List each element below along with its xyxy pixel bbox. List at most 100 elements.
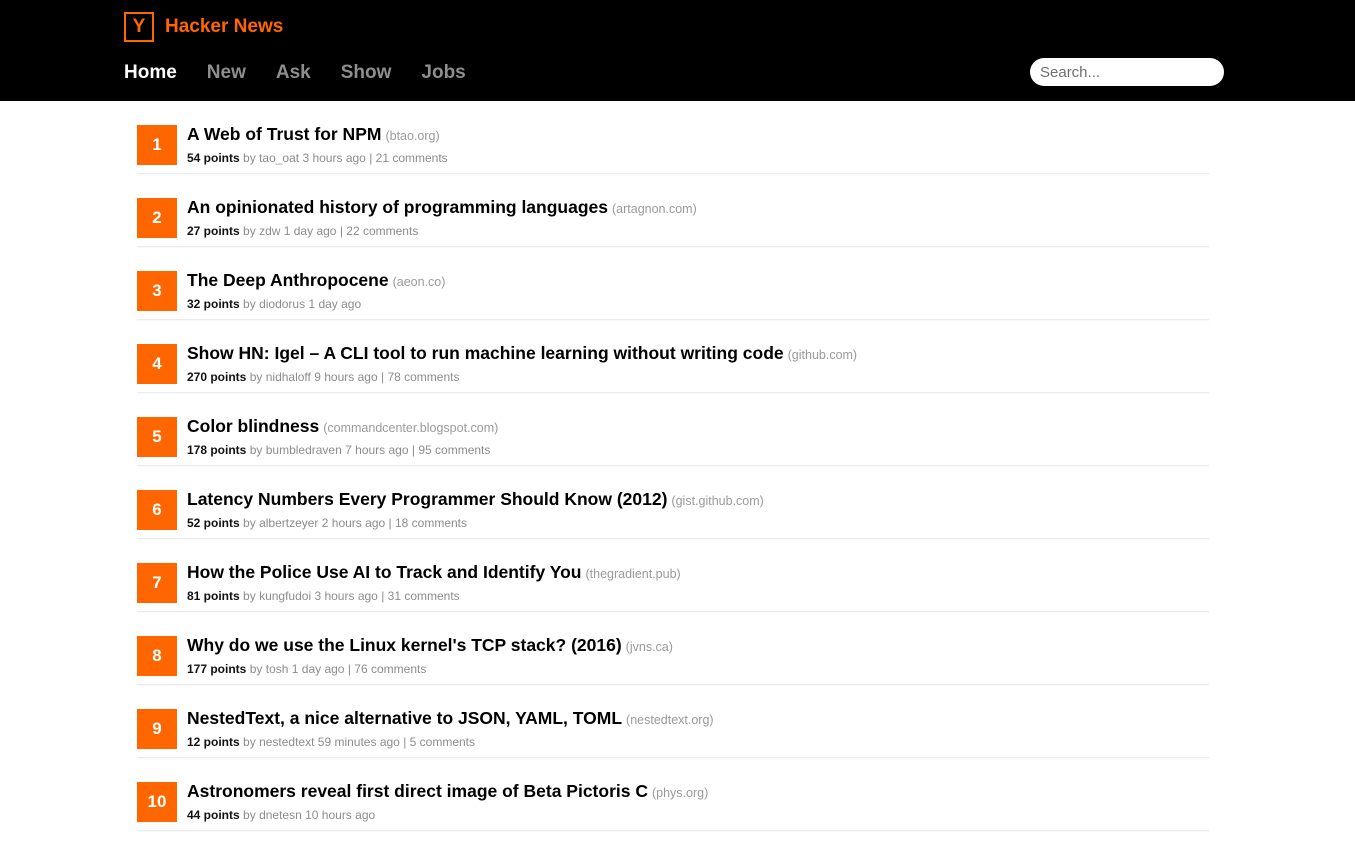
- story-age-link[interactable]: 3 hours ago: [302, 151, 365, 165]
- story-title-line: Show HN: Igel – A CLI tool to run machin…: [187, 343, 857, 364]
- story-age-link[interactable]: 3 hours ago: [314, 589, 377, 603]
- story-points: 27 points: [187, 224, 240, 238]
- meta-separator: |: [347, 662, 351, 676]
- top-navigation-bar: Y Hacker News Home New Ask Show Jobs: [0, 0, 1355, 101]
- nav-jobs[interactable]: Jobs: [421, 62, 465, 84]
- story-meta: 270 points by nidhaloff 9 hours ago | 78…: [187, 370, 459, 384]
- meta-separator: |: [339, 224, 343, 238]
- story-by-label: by: [243, 735, 256, 749]
- story-comments-link[interactable]: 22 comments: [346, 224, 418, 238]
- story-title-link[interactable]: An opinionated history of programming la…: [187, 197, 608, 217]
- story-title-line: Color blindness (commandcenter.blogspot.c…: [187, 416, 498, 437]
- story-author-link[interactable]: bumbledraven: [266, 443, 342, 457]
- story-comments-link[interactable]: 5 comments: [410, 735, 475, 749]
- story-domain[interactable]: (github.com): [788, 348, 857, 362]
- story-item: 3 The Deep Anthropocene (aeon.co) 32 points…: [137, 247, 1209, 320]
- story-title-link[interactable]: The Deep Anthropocene: [187, 270, 389, 290]
- story-title-link[interactable]: NestedText, a nice alternative to JSON, …: [187, 708, 622, 728]
- story-domain[interactable]: (btao.org): [385, 129, 439, 143]
- story-title-link[interactable]: Color blindness: [187, 416, 319, 436]
- story-rank-badge: 1: [137, 125, 177, 165]
- meta-separator: |: [411, 443, 415, 457]
- story-author-link[interactable]: kungfudoi: [259, 589, 311, 603]
- story-title-link[interactable]: A Web of Trust for NPM: [187, 124, 381, 144]
- story-item: 1 A Web of Trust for NPM (btao.org) 54 poin…: [137, 101, 1209, 174]
- story-by-label: by: [243, 808, 256, 822]
- story-item: 9 NestedText, a nice alternative to JSON,…: [137, 685, 1209, 758]
- story-domain[interactable]: (jvns.ca): [626, 640, 673, 654]
- story-age-link[interactable]: 1 day ago: [308, 297, 361, 311]
- story-rank-badge: 10: [137, 782, 177, 822]
- story-points: 270 points: [187, 370, 247, 384]
- nav-new[interactable]: New: [207, 62, 246, 84]
- story-item: 8 Why do we use the Linux kernel's TCP st…: [137, 612, 1209, 685]
- story-author-link[interactable]: nestedtext: [259, 735, 314, 749]
- story-list: 1 A Web of Trust for NPM (btao.org) 54 poin…: [137, 101, 1209, 831]
- story-meta: 178 points by bumbledraven 7 hours ago |…: [187, 443, 490, 457]
- meta-separator: |: [403, 735, 407, 749]
- y-logo-icon[interactable]: Y: [124, 12, 154, 42]
- story-meta: 32 points by diodorus 1 day ago: [187, 297, 361, 311]
- story-domain[interactable]: (artagnon.com): [612, 202, 697, 216]
- story-points: 32 points: [187, 297, 240, 311]
- search-input[interactable]: [1030, 58, 1224, 86]
- story-age-link[interactable]: 59 minutes ago: [318, 735, 400, 749]
- story-age-link[interactable]: 1 day ago: [292, 662, 345, 676]
- story-author-link[interactable]: albertzeyer: [259, 516, 318, 530]
- story-item: 2 An opinionated history of programming l…: [137, 174, 1209, 247]
- story-item: 7 How the Police Use AI to Track and Iden…: [137, 539, 1209, 612]
- story-title-link[interactable]: Show HN: Igel – A CLI tool to run machin…: [187, 343, 784, 363]
- story-author-link[interactable]: tao_oat: [259, 151, 299, 165]
- story-domain[interactable]: (gist.github.com): [671, 494, 763, 508]
- story-by-label: by: [243, 297, 256, 311]
- story-comments-link[interactable]: 31 comments: [388, 589, 460, 603]
- story-meta: 54 points by tao_oat 3 hours ago | 21 co…: [187, 151, 448, 165]
- story-comments-link[interactable]: 76 comments: [354, 662, 426, 676]
- story-author-link[interactable]: nidhaloff: [266, 370, 311, 384]
- story-domain[interactable]: (nestedtext.org): [626, 713, 714, 727]
- nav-home[interactable]: Home: [124, 62, 177, 84]
- meta-separator: |: [369, 151, 373, 165]
- nav-ask[interactable]: Ask: [276, 62, 311, 84]
- story-meta: 177 points by tosh 1 day ago | 76 commen…: [187, 662, 426, 676]
- story-author-link[interactable]: dnetesn: [259, 808, 302, 822]
- story-item: 10 Astronomers reveal first direct image …: [137, 758, 1209, 831]
- story-domain[interactable]: (phys.org): [652, 786, 708, 800]
- story-domain[interactable]: (commandcenter.blogspot.com): [323, 421, 498, 435]
- story-age-link[interactable]: 9 hours ago: [314, 370, 377, 384]
- story-comments-link[interactable]: 18 comments: [395, 516, 467, 530]
- story-age-link[interactable]: 2 hours ago: [322, 516, 385, 530]
- story-title-line: How the Police Use AI to Track and Ident…: [187, 562, 681, 583]
- story-title-link[interactable]: Latency Numbers Every Programmer Should …: [187, 489, 667, 509]
- story-domain[interactable]: (thegradient.pub): [585, 567, 680, 581]
- story-title-line: A Web of Trust for NPM (btao.org): [187, 124, 440, 145]
- story-title-line: Latency Numbers Every Programmer Should …: [187, 489, 764, 510]
- story-comments-link[interactable]: 95 comments: [418, 443, 490, 457]
- story-title-link[interactable]: How the Police Use AI to Track and Ident…: [187, 562, 581, 582]
- story-points: 44 points: [187, 808, 240, 822]
- story-title-line: The Deep Anthropocene (aeon.co): [187, 270, 445, 291]
- story-author-link[interactable]: tosh: [266, 662, 289, 676]
- story-author-link[interactable]: diodorus: [259, 297, 305, 311]
- story-age-link[interactable]: 1 day ago: [284, 224, 337, 238]
- main-nav: Home New Ask Show Jobs: [124, 60, 496, 86]
- story-age-link[interactable]: 7 hours ago: [345, 443, 408, 457]
- site-name[interactable]: Hacker News: [165, 16, 283, 38]
- story-points: 177 points: [187, 662, 247, 676]
- story-comments-link[interactable]: 21 comments: [376, 151, 448, 165]
- story-rank-badge: 9: [137, 709, 177, 749]
- story-by-label: by: [243, 151, 256, 165]
- story-age-link[interactable]: 10 hours ago: [305, 808, 375, 822]
- story-domain[interactable]: (aeon.co): [393, 275, 446, 289]
- story-author-link[interactable]: zdw: [259, 224, 280, 238]
- story-title-line: NestedText, a nice alternative to JSON, …: [187, 708, 714, 729]
- story-item: 4 Show HN: Igel – A CLI tool to run machi…: [137, 320, 1209, 393]
- story-item: 6 Latency Numbers Every Programmer Should…: [137, 466, 1209, 539]
- story-title-link[interactable]: Why do we use the Linux kernel's TCP sta…: [187, 635, 622, 655]
- story-comments-link[interactable]: 78 comments: [387, 370, 459, 384]
- story-points: 178 points: [187, 443, 247, 457]
- story-points: 54 points: [187, 151, 240, 165]
- brand[interactable]: Y Hacker News: [124, 10, 283, 44]
- story-title-link[interactable]: Astronomers reveal first direct image of…: [187, 781, 648, 801]
- nav-show[interactable]: Show: [341, 62, 392, 84]
